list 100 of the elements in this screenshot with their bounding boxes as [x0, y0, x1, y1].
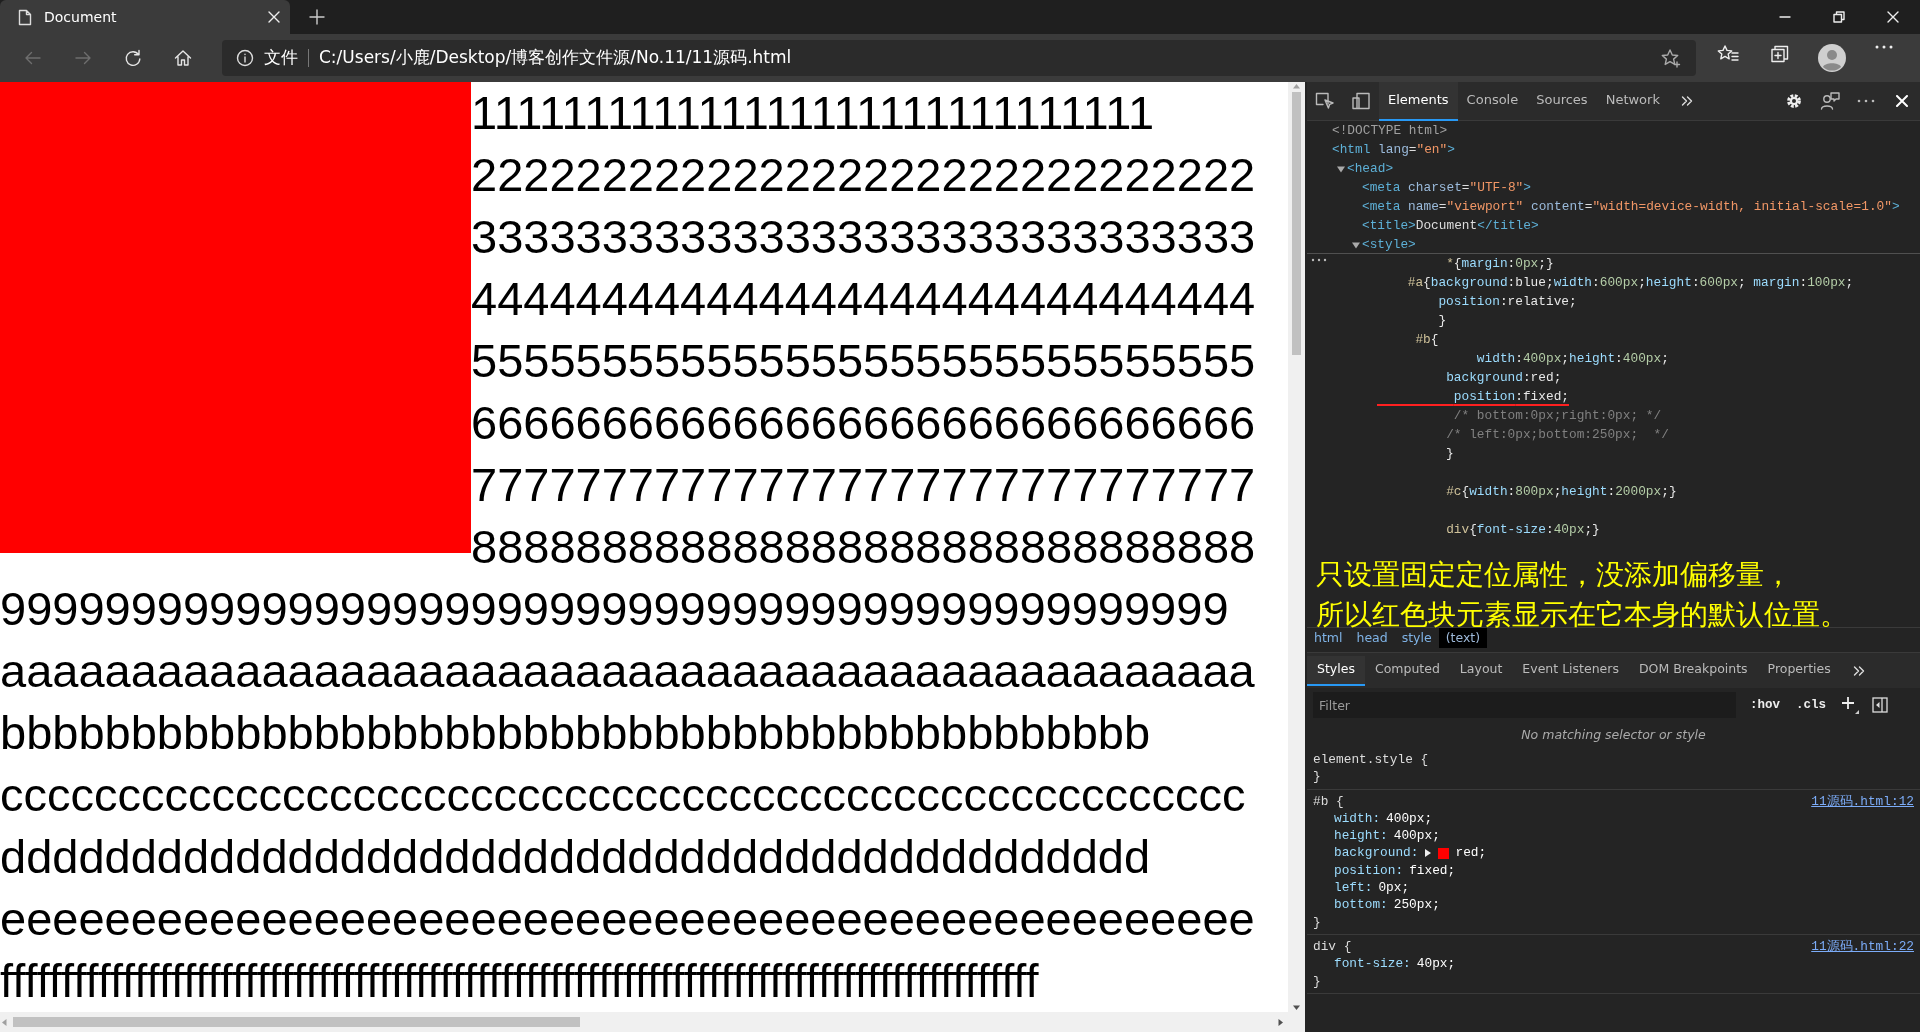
info-icon[interactable] [236, 49, 254, 67]
security-label[interactable]: 文件 [264, 45, 298, 71]
refresh-icon[interactable] [123, 48, 143, 68]
add-rule-icon[interactable] [1840, 695, 1861, 715]
css-property-value[interactable]: 400px; [1393, 827, 1440, 845]
css-brace: } [1313, 972, 1321, 990]
scrollbar-thumb[interactable] [13, 1017, 580, 1027]
toggle-button[interactable]: .cls [1794, 695, 1829, 715]
css-property-value[interactable]: 40px; [1416, 955, 1456, 973]
feedback-icon[interactable] [1820, 91, 1840, 111]
styles-tab[interactable]: DOM Breakpoints [1628, 655, 1758, 686]
toggle-button[interactable]: :hov [1748, 695, 1782, 715]
vertical-scrollbar[interactable] [1288, 82, 1305, 1012]
breadcrumb-item[interactable]: (text) [1438, 627, 1488, 648]
more-tabs-icon[interactable] [1680, 95, 1693, 107]
dom-node[interactable]: <style> [1362, 235, 1416, 254]
more-icon[interactable] [1857, 99, 1875, 103]
text-line: 777777777777777777777777777777 [471, 457, 1256, 513]
add-favorite-icon[interactable] [1660, 48, 1682, 68]
css-code-line: #c{width:800px;height:2000px;} [1445, 483, 1677, 501]
text-line: 555555555555555555555555555555 [471, 333, 1256, 389]
dom-node[interactable]: <title>Document</title> [1362, 216, 1539, 235]
css-code-line: div{font-size:40px;} [1445, 521, 1600, 539]
dom-node[interactable]: <!DOCTYPE html> [1332, 121, 1448, 140]
css-property-value[interactable]: 0px; [1378, 879, 1410, 897]
css-code-line: /* left:0px;bottom:250px; */ [1445, 426, 1669, 444]
css-property-name[interactable]: background: [1334, 844, 1419, 862]
css-selector: div { [1313, 937, 1352, 956]
css-code-line: #b{ [1414, 331, 1439, 349]
inspect-icon[interactable] [1315, 92, 1335, 110]
css-property-name[interactable]: height: [1334, 827, 1388, 845]
dom-node[interactable]: <html lang="en"> [1332, 140, 1455, 159]
text-line: eeeeeeeeeeeeeeeeeeeeeeeeeeeeeeeeeeeeeeeeeeeeeeee [0, 891, 1255, 947]
close-icon[interactable] [1887, 11, 1899, 23]
text-node-row[interactable] [1307, 253, 1920, 539]
css-property-value[interactable]: fixed; [1409, 861, 1456, 880]
css-property-value[interactable]: 250px; [1393, 896, 1440, 914]
css-property-name[interactable]: left: [1334, 879, 1373, 897]
css-code-line: #a{background:blue;width:600px;height:600px; margin:100px; [1406, 274, 1854, 292]
filter-field[interactable]: Filter [1313, 692, 1736, 718]
text-line: 111111111111111111111111111111 [471, 85, 1154, 141]
css-property-name[interactable]: width: [1334, 809, 1381, 828]
devtools-tab[interactable]: Console [1457, 81, 1528, 121]
text-line: 333333333333333333333333333333 [471, 209, 1256, 265]
more-tabs-icon[interactable] [1852, 664, 1865, 677]
annotation-text: 只设置固定定位属性，没添加偏移量， [1316, 557, 1793, 593]
page-icon [18, 8, 32, 26]
css-code-line: position:relative; [1437, 293, 1577, 311]
devtools-tab[interactable]: Sources [1527, 81, 1597, 121]
css-property-name[interactable]: font-size: [1334, 955, 1411, 973]
css-brace: } [1313, 768, 1321, 786]
home-icon[interactable] [173, 48, 193, 68]
horizontal-scrollbar[interactable] [0, 1012, 1305, 1032]
node-actions-icon[interactable] [1311, 258, 1327, 262]
color-swatch[interactable] [1438, 847, 1450, 859]
css-code-line: *{margin:0px;} [1445, 255, 1554, 273]
favorites-icon[interactable] [1717, 44, 1739, 64]
css-selector: element.style { [1313, 751, 1429, 769]
restore-icon[interactable] [1833, 11, 1845, 23]
css-code-line: /* bottom:0px;right:0px; */ [1452, 407, 1662, 425]
devtools-tab[interactable]: Network [1596, 81, 1669, 121]
text-line: fffffffffffffffffffffffffffffffffffffffffffffffffffffffffffffffffffffffffffffffffffff [0, 953, 1039, 1009]
css-property-name[interactable]: bottom: [1334, 896, 1388, 914]
css-brace: } [1313, 913, 1321, 931]
empty-message: No matching selector or style [1520, 726, 1707, 744]
styles-tab[interactable]: Properties [1757, 655, 1841, 686]
url-text: C:/Users/小鹿/Desktop/博客创作文件源/No.11/11源码.html [319, 46, 793, 70]
styles-tab[interactable]: Layout [1449, 655, 1513, 686]
profile-avatar[interactable] [1818, 44, 1846, 72]
text-line: 444444444444444444444444444444 [471, 271, 1256, 327]
text-line: bbbbbbbbbbbbbbbbbbbbbbbbbbbbbbbbbbbbbbbbbbbb [0, 705, 1151, 761]
close-icon[interactable] [268, 11, 280, 23]
css-property-name[interactable]: position: [1334, 861, 1404, 880]
text-line: 888888888888888888888888888888 [471, 519, 1256, 575]
dom-node[interactable]: <meta charset="UTF-8"> [1362, 178, 1531, 197]
text-line: 222222222222222222222222222222 [471, 147, 1256, 203]
browser-tab[interactable]: Document [0, 0, 290, 34]
dom-node[interactable]: <meta name="viewport" content="width=device-width, initial-scale=1.0"> [1362, 197, 1900, 216]
scrollbar-thumb[interactable] [1292, 92, 1301, 355]
source-link[interactable]: 11源码.html:22 [1811, 937, 1914, 956]
more-icon[interactable] [1874, 44, 1894, 50]
styles-tab[interactable]: Styles [1307, 655, 1365, 686]
styles-tab[interactable]: Computed [1364, 655, 1450, 686]
expand-triangle-icon[interactable] [1424, 848, 1433, 859]
scroll-right-icon[interactable] [1277, 1017, 1285, 1027]
css-property-value[interactable]: 400px; [1386, 809, 1433, 828]
styles-tab[interactable]: Event Listeners [1512, 655, 1629, 686]
css-property-value[interactable]: red; [1455, 844, 1487, 862]
collections-icon[interactable] [1769, 44, 1791, 64]
address-bar[interactable]: 文件 C:/Users/小鹿/Desktop/博客创作文件源/No.11/11源码.html [222, 40, 1696, 76]
source-link[interactable]: 11源码.html:12 [1811, 792, 1914, 810]
sidebar-toggle-icon[interactable] [1872, 697, 1889, 713]
css-code-line: width:400px;height:400px; [1475, 350, 1669, 368]
devtools-tab[interactable]: Elements [1379, 81, 1458, 121]
css-code-line: background:red; [1445, 369, 1562, 387]
dom-node[interactable]: <head> [1347, 159, 1394, 178]
device-icon[interactable] [1351, 92, 1371, 110]
settings-icon[interactable] [1785, 92, 1803, 110]
text-line: ccccccccccccccccccccccccccccccccccccccccccccccccccccc [0, 767, 1246, 823]
new-tab-icon[interactable] [309, 9, 325, 25]
